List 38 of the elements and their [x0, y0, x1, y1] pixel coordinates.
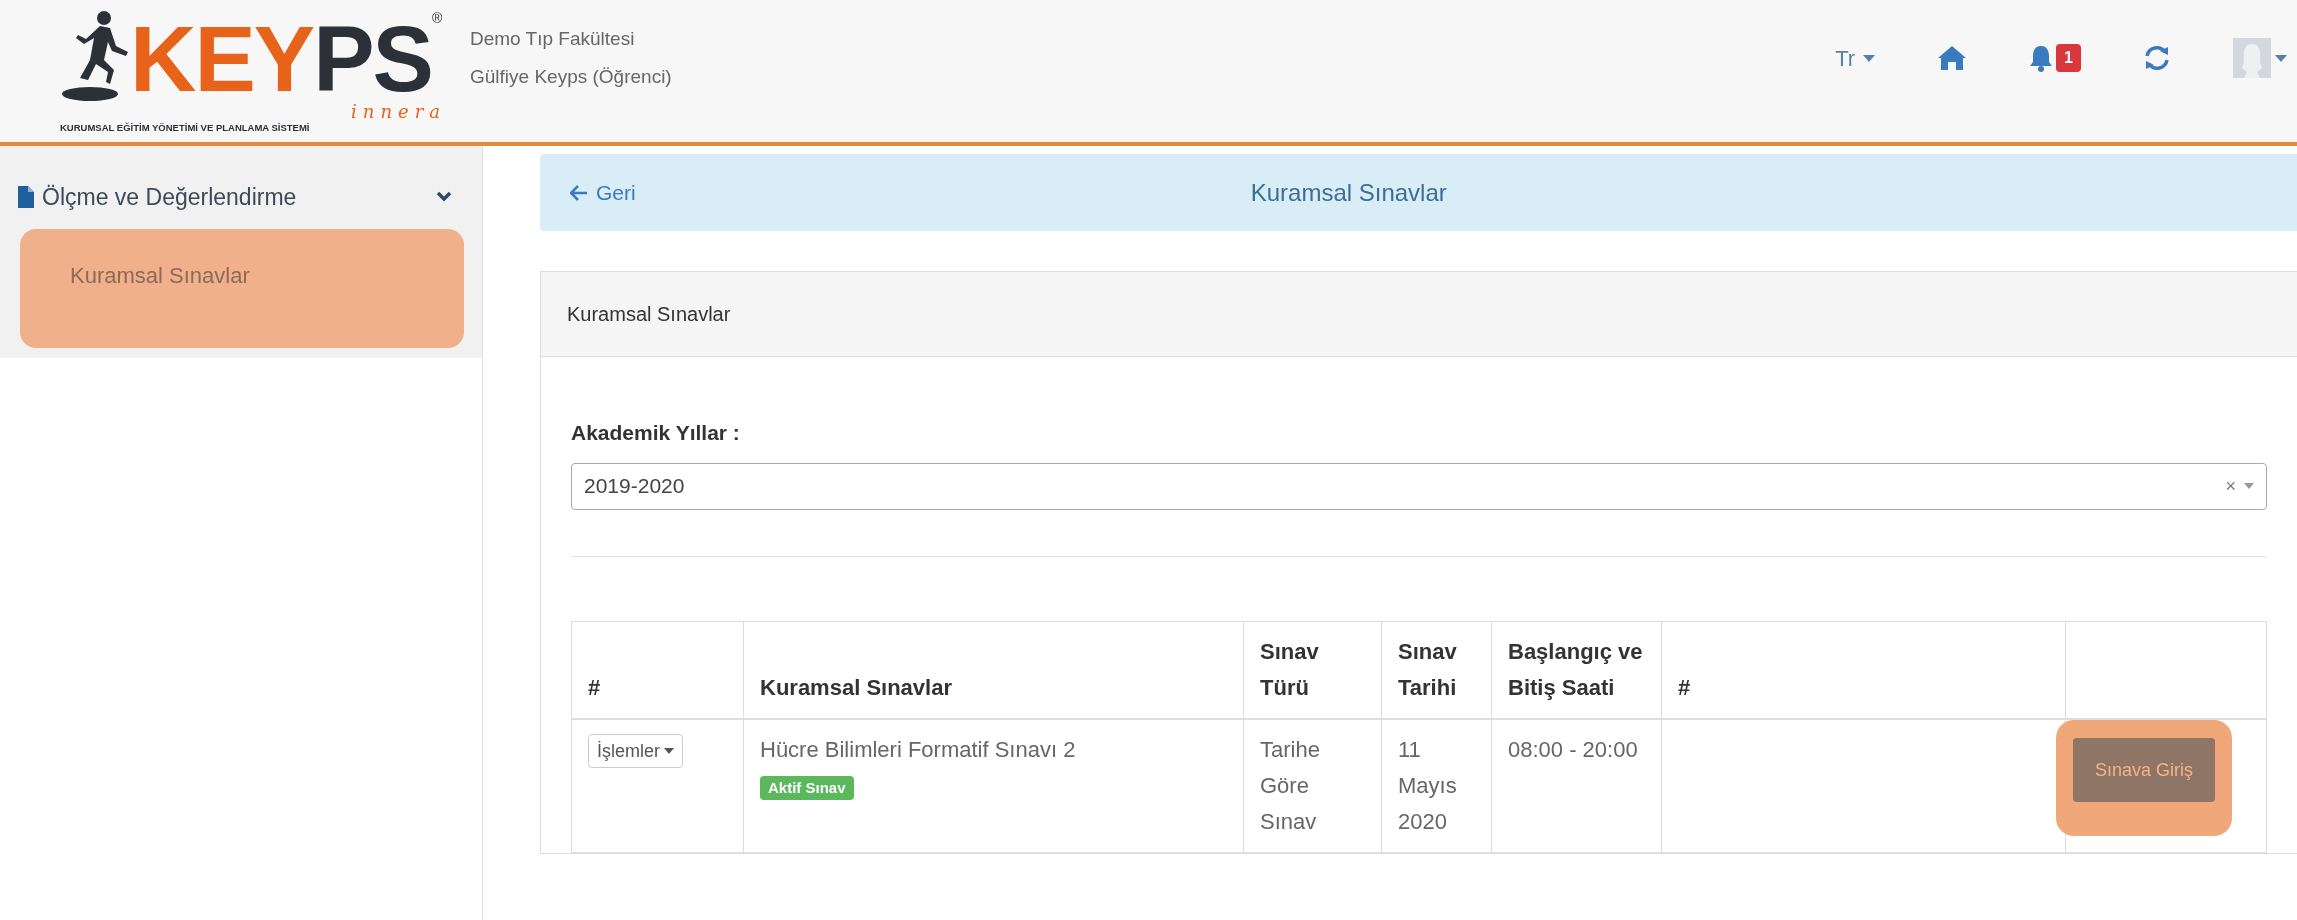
- field-label: Akademik Yıllar :: [571, 420, 741, 446]
- start-exam-button[interactable]: Sınava Giriş: [2073, 737, 2216, 802]
- table-cell: 08:00 - 20:00: [1491, 718, 1662, 852]
- table-cell: 11 Mayıs 2020: [1381, 718, 1492, 852]
- sidebar-section[interactable]: Ölçme ve Değerlendirme: [0, 146, 482, 229]
- status-label: Aktif Sınav: [760, 775, 854, 800]
- institution-name: Demo Tıp Fakültesi: [470, 27, 636, 51]
- column-header: Sınav Türü: [1243, 621, 1382, 719]
- column-header: Başlangıç ve Bitiş Saati: [1491, 621, 1662, 719]
- panel-heading: Kuramsal Sınavlar: [541, 272, 2297, 357]
- arrow-left-icon: [570, 184, 588, 201]
- actions-dropdown[interactable]: İşlemler: [588, 733, 683, 768]
- table-cell: Tarihe Göre Sınav: [1243, 718, 1382, 852]
- caret-icon: [1863, 54, 1876, 62]
- clear-icon[interactable]: ×: [2225, 472, 2236, 500]
- column-header: Kuramsal Sınavlar: [743, 621, 1244, 719]
- avatar-silhouette-icon: [2233, 38, 2271, 78]
- registered-mark: ®: [431, 9, 443, 28]
- language-dropdown[interactable]: Tr: [1835, 41, 1876, 75]
- home-icon[interactable]: [1937, 45, 1968, 71]
- refresh-icon[interactable]: [2143, 44, 2171, 72]
- notification-count: 1: [2056, 44, 2081, 72]
- academic-year-select[interactable]: 2019-2020 ×: [571, 462, 2267, 510]
- logo-tagline: KURUMSAL EĞİTİM YÖNETİMİ VE PLANLAMA SİSTEMİ: [60, 121, 311, 135]
- caret-icon: [664, 747, 674, 754]
- user-name: Gülfiye Keyps (Öğrenci): [470, 65, 672, 89]
- column-header: #: [571, 621, 744, 719]
- column-header: Sınav Tarihi: [1381, 621, 1492, 719]
- back-link[interactable]: Geri: [570, 176, 636, 209]
- sidebar-item[interactable]: Kuramsal Sınavlar: [20, 228, 464, 348]
- page-title: Kuramsal Sınavlar: [1250, 177, 1447, 208]
- caret-icon: [2275, 54, 2287, 62]
- bell-icon[interactable]: [2029, 44, 2054, 72]
- exam-name: Hücre Bilimleri Formatif Sınavı 2: [760, 735, 1077, 764]
- column-header: #: [1661, 621, 2066, 719]
- file-icon: [18, 186, 34, 209]
- runner-icon: [60, 8, 130, 103]
- dropdown-caret-icon: [2244, 483, 2254, 489]
